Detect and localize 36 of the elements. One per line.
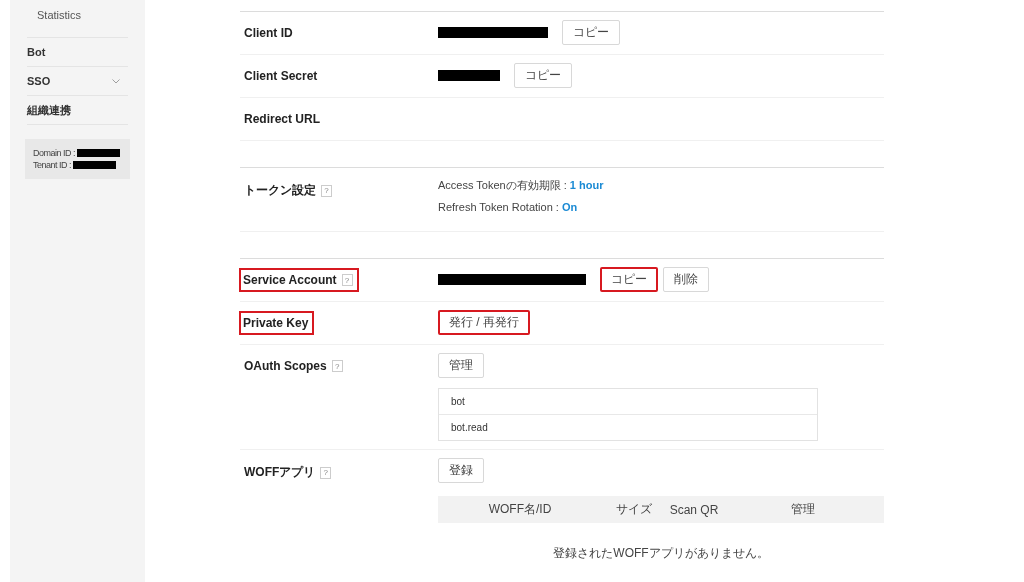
setting-text: Access Tokenの有効期限 : 1 hour bbox=[438, 178, 605, 193]
action-button[interactable]: 登録 bbox=[438, 458, 484, 483]
help-icon[interactable]: ? bbox=[320, 466, 332, 479]
field-label: Service Account ? bbox=[239, 268, 359, 292]
column-header: WOFF名/ID bbox=[487, 501, 553, 518]
column-header: Scan QR bbox=[668, 502, 720, 517]
field-label: Redirect URL bbox=[243, 111, 321, 128]
info-label: Domain ID : bbox=[33, 148, 75, 158]
action-button[interactable]: 管理 bbox=[438, 353, 484, 378]
column-header: 管理 bbox=[790, 501, 816, 518]
field-label: WOFFアプリ ? bbox=[239, 459, 338, 486]
info-label: Tenant ID : bbox=[33, 160, 72, 170]
field-label: Client ID bbox=[243, 25, 294, 42]
help-icon[interactable]: ? bbox=[331, 360, 343, 372]
chevron-down-icon bbox=[112, 78, 120, 84]
sidebar-item[interactable]: 組織連携 bbox=[27, 96, 128, 125]
action-button[interactable]: 削除 bbox=[663, 267, 709, 292]
field-label: Client Secret bbox=[243, 68, 319, 85]
action-button[interactable]: コピー bbox=[514, 63, 572, 88]
help-icon[interactable]: ? bbox=[321, 184, 332, 197]
sidebar-item[interactable]: Bot bbox=[27, 38, 128, 67]
action-button[interactable]: コピー bbox=[600, 267, 658, 292]
help-icon[interactable]: ? bbox=[341, 274, 353, 286]
setting-text: Refresh Token Rotation : On bbox=[438, 200, 579, 215]
field-label: Private Key bbox=[239, 311, 315, 335]
sidebar-item[interactable]: SSO bbox=[27, 67, 128, 96]
action-button[interactable]: コピー bbox=[562, 20, 620, 45]
field-label: OAuth Scopes ? bbox=[239, 354, 349, 378]
action-button[interactable]: 発行 / 再発行 bbox=[438, 310, 530, 335]
redaction-bar bbox=[438, 70, 500, 81]
scope-item: bot.read bbox=[439, 414, 817, 440]
sidebar-item[interactable]: Statistics bbox=[27, 0, 128, 38]
column-header: サイズ bbox=[615, 501, 653, 518]
scope-item: bot bbox=[450, 395, 466, 409]
field-label: トークン設定 ? bbox=[239, 177, 338, 204]
empty-message: 登録されたWOFFアプリがありません。 bbox=[552, 545, 770, 562]
